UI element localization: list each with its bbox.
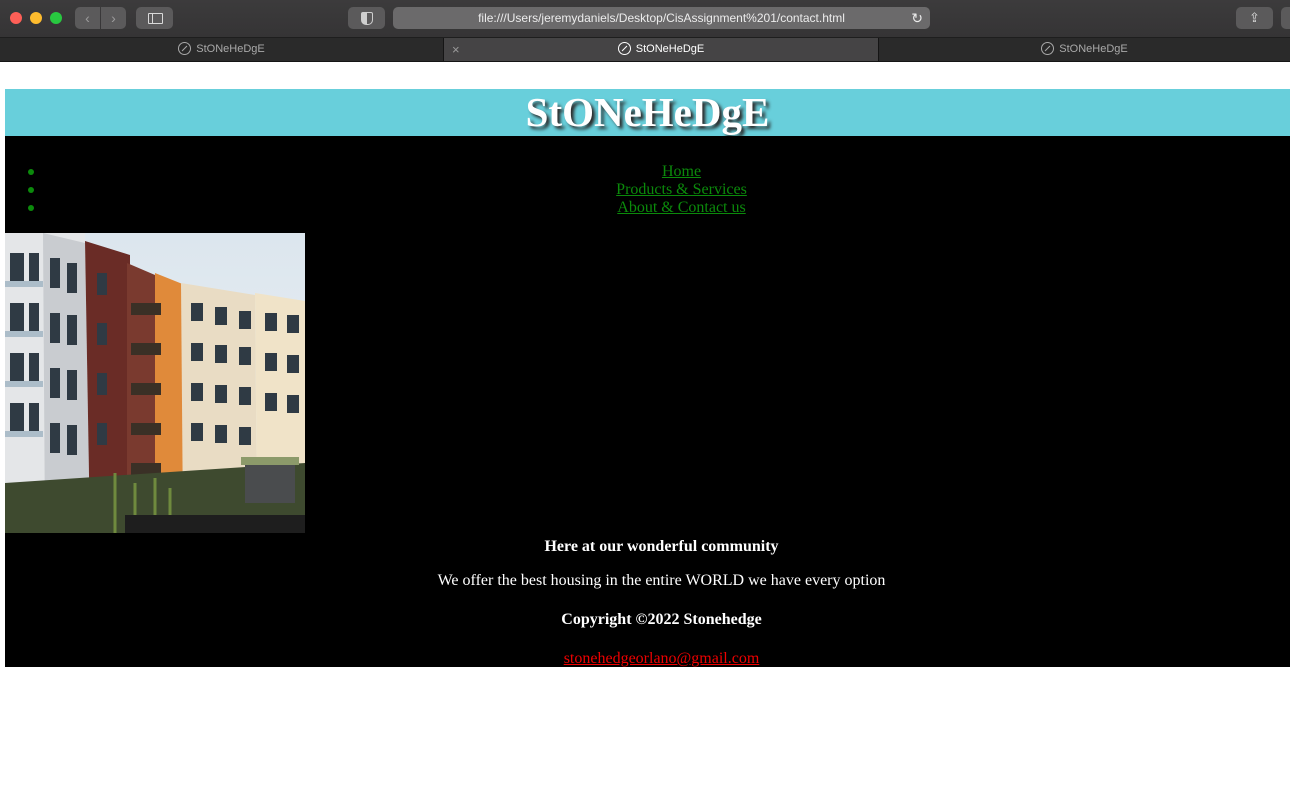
site-title: StONeHeDgE — [525, 89, 770, 135]
tab-2-active[interactable]: × StONeHeDgE — [444, 38, 879, 61]
compass-icon — [178, 42, 192, 55]
nav-item-products: Products & Services — [5, 181, 1290, 199]
bullet-icon — [28, 187, 34, 193]
nav-item-about: About & Contact us — [5, 199, 1290, 217]
back-button[interactable]: ‹ — [75, 7, 100, 29]
share-button[interactable]: ⇪ — [1236, 7, 1273, 29]
tagline: Here at our wonderful community — [544, 538, 779, 555]
chevron-right-icon: › — [111, 10, 116, 26]
description: We offer the best housing in the entire … — [437, 572, 886, 589]
tab-title: StONeHeDgE — [1059, 43, 1128, 55]
compass-icon — [1041, 42, 1055, 55]
forward-button[interactable]: › — [101, 7, 126, 29]
nav-item-home: Home — [5, 163, 1290, 181]
nav-link-about-contact[interactable]: About & Contact us — [617, 199, 745, 216]
bullet-icon — [28, 169, 34, 175]
tab-title: StONeHeDgE — [635, 43, 705, 55]
sidebar-icon — [148, 13, 163, 24]
tab-3[interactable]: StONeHeDgE — [879, 38, 1290, 61]
email-wrapper: stonehedgeorlano@gmail.com — [5, 649, 1290, 669]
apartment-building-image — [5, 233, 305, 533]
privacy-report-button[interactable] — [348, 7, 385, 29]
tab-1[interactable]: StONeHeDgE — [0, 38, 444, 61]
minimize-window-button[interactable] — [30, 12, 42, 24]
tab-bar: StONeHeDgE × StONeHeDgE StONeHeDgE — [0, 38, 1290, 62]
close-icon[interactable]: × — [452, 38, 460, 61]
close-window-button[interactable] — [10, 12, 22, 24]
shield-icon — [361, 12, 373, 25]
copyright: Copyright ©2022 Stonehedge — [561, 611, 762, 628]
web-page: StONeHeDgE Home Products & Services Abou… — [0, 62, 1290, 804]
tab-title: StONeHeDgE — [196, 43, 265, 55]
url-text: file:///Users/jeremydaniels/Desktop/CisA… — [478, 11, 845, 25]
share-icon: ⇪ — [1249, 10, 1260, 25]
reload-icon[interactable]: ↻ — [911, 7, 923, 29]
toolbar-overflow-button[interactable] — [1281, 7, 1290, 29]
nav-link-products-services[interactable]: Products & Services — [616, 181, 747, 198]
fullscreen-window-button[interactable] — [50, 12, 62, 24]
chevron-left-icon: ‹ — [85, 10, 90, 26]
address-bar[interactable]: file:///Users/jeremydaniels/Desktop/CisA… — [393, 7, 930, 29]
main-nav: Home Products & Services About & Contact… — [5, 163, 1290, 217]
sidebar-toggle-button[interactable] — [136, 7, 173, 29]
page-body: Home Products & Services About & Contact… — [5, 136, 1290, 667]
email-link[interactable]: stonehedgeorlano@gmail.com — [564, 650, 760, 667]
compass-icon — [617, 42, 631, 55]
nav-link-home[interactable]: Home — [662, 163, 701, 180]
bullet-icon — [28, 205, 34, 211]
browser-toolbar: ‹ › file:///Users/jeremydaniels/Desktop/… — [0, 0, 1290, 38]
site-header: StONeHeDgE — [5, 89, 1290, 136]
